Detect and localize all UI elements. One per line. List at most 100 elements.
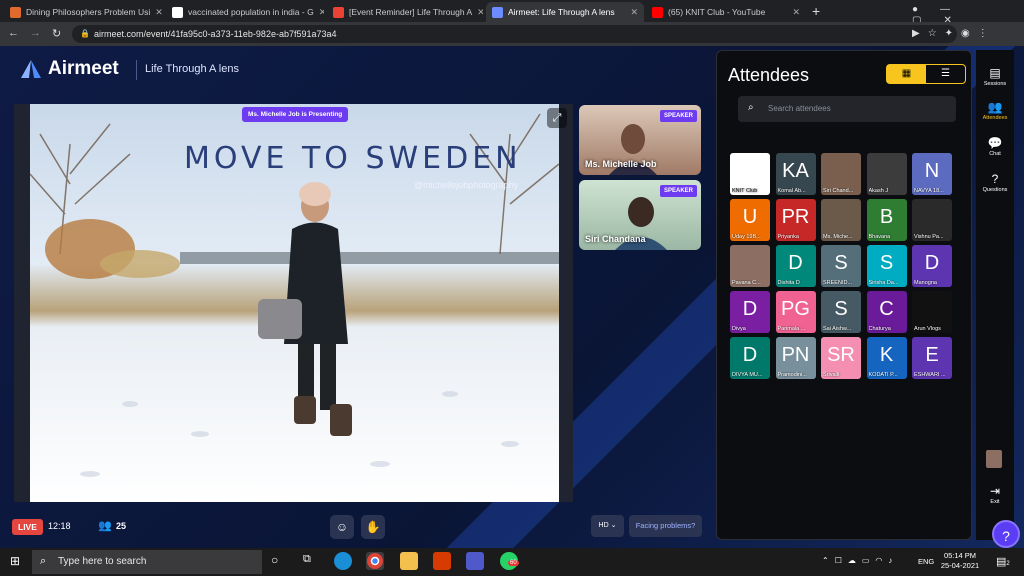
attendee-tile[interactable]: SR Srivalli: [821, 337, 861, 379]
tab-favicon-icon: [333, 6, 344, 18]
attendee-tile[interactable]: KA Komal Ab...: [775, 153, 816, 195]
language-indicator[interactable]: ENG: [918, 557, 934, 566]
grid-view-icon[interactable]: ▦: [887, 65, 926, 83]
attendee-tile[interactable]: D Divya: [730, 291, 770, 333]
attendee-tile[interactable]: Vishnu Pa...: [912, 199, 952, 241]
airmeet-logo-icon: [21, 60, 41, 78]
attendee-tile[interactable]: N NAVYA 18...: [912, 153, 952, 195]
reload-icon[interactable]: ↻: [52, 27, 61, 40]
attendee-tile[interactable]: Akash J: [866, 153, 907, 195]
notification-icon[interactable]: ▤2: [996, 555, 1010, 568]
attendee-tile[interactable]: Siri Chand...: [821, 153, 861, 195]
airmeet-logo[interactable]: Airmeet: [48, 58, 119, 80]
attendees-tab[interactable]: 👥 Attendees: [976, 100, 1014, 121]
list-view-icon[interactable]: ☰: [926, 65, 965, 83]
close-tab-icon[interactable]: ✕: [319, 7, 324, 18]
close-tab-icon[interactable]: ✕: [792, 7, 800, 18]
speaker-name: Siri Chandana: [585, 234, 646, 244]
attendee-tile[interactable]: Pavana C...: [730, 245, 770, 287]
attendee-name: Bhavana: [868, 234, 891, 240]
attendee-tile[interactable]: D DIVYA MU...: [730, 337, 770, 379]
attendee-tile[interactable]: C Chaturya: [866, 291, 907, 333]
attendee-tile[interactable]: Ms. Miche...: [821, 199, 861, 241]
attendee-tile[interactable]: K KODATI P...: [866, 337, 907, 379]
office-icon[interactable]: [433, 552, 451, 570]
attendee-name: Divya: [732, 326, 746, 332]
attendee-name: Arun Vlogs: [914, 326, 941, 332]
speaker-tile-2[interactable]: SPEAKER Siri Chandana: [579, 180, 701, 250]
attendee-initials: K: [879, 344, 894, 366]
tab-favicon-icon: [492, 6, 503, 18]
attendee-tile[interactable]: U Uday 19B...: [730, 199, 770, 241]
cortana-icon[interactable]: ○: [271, 553, 278, 567]
attendee-initials: PR: [781, 206, 810, 228]
back-icon[interactable]: ←: [8, 27, 19, 39]
chat-tab[interactable]: 💬 Chat: [976, 136, 1014, 157]
lock-icon: 🔒: [80, 29, 90, 38]
whatsapp-badge: 60: [508, 560, 519, 566]
attendee-name: Komal Ab...: [777, 188, 806, 194]
browser-tab[interactable]: Dining Philosophers Problem Usi ✕: [4, 2, 162, 22]
browser-tab[interactable]: (65) KNIT Club - YouTube ✕: [646, 2, 806, 22]
attendee-tile[interactable]: PG Parimala ...: [775, 291, 816, 333]
url-field[interactable]: airmeet.com/event/41fa95c0-a373-11eb-982…: [72, 25, 957, 43]
attendee-name: KNIT Club: [732, 188, 758, 194]
tab-title: vaccinated population in india - G: [188, 7, 314, 17]
raise-hand-button[interactable]: ✋: [361, 515, 385, 539]
taskbar-clock[interactable]: 05:14 PM 25-04-2021: [938, 551, 982, 571]
exit-icon: ⇥: [989, 484, 1001, 498]
emoji-reaction-button[interactable]: ☺: [330, 515, 354, 539]
sessions-tab[interactable]: ▤ Sessions: [976, 66, 1014, 87]
whatsapp-icon[interactable]: 60: [500, 552, 519, 570]
help-icon[interactable]: ?: [992, 520, 1020, 548]
user-avatar[interactable]: [986, 450, 1002, 468]
attendee-tile[interactable]: S Sirisha Da...: [866, 245, 907, 287]
taskbar-search[interactable]: Type here to search: [32, 550, 262, 574]
rail-label: Attendees: [982, 115, 1008, 121]
session-timer: 12:18: [48, 521, 71, 531]
attendee-tile[interactable]: D Dishita D: [775, 245, 816, 287]
browser-tab[interactable]: Airmeet: Life Through A lens ✕: [486, 2, 644, 22]
attendee-tile[interactable]: KNIT Club: [730, 153, 770, 195]
system-tray-icons[interactable]: ⌃☐☁▭◠♪: [822, 556, 898, 565]
edge-icon[interactable]: [334, 552, 352, 570]
attendee-tile[interactable]: S SREENID...: [821, 245, 861, 287]
close-tab-icon[interactable]: ✕: [155, 7, 162, 18]
chrome-icon[interactable]: [366, 552, 384, 570]
new-tab-button[interactable]: +: [812, 3, 820, 19]
attendee-initials: KA: [782, 160, 809, 182]
attendee-search-input[interactable]: Search attendees: [738, 96, 956, 122]
forward-icon[interactable]: →: [30, 27, 41, 39]
facing-problems-button[interactable]: Facing problems?: [629, 515, 702, 537]
extensions-icons[interactable]: ▶☆✦◉⋮: [912, 28, 996, 39]
attendee-tile[interactable]: Arun Vlogs: [912, 291, 952, 333]
attendee-tile[interactable]: E ESHWARI ...: [912, 337, 952, 379]
close-tab-icon[interactable]: ✕: [630, 7, 638, 18]
exit-button[interactable]: ⇥ Exit: [976, 484, 1014, 505]
teams-icon[interactable]: [466, 552, 484, 570]
speaker-name: Ms. Michelle Job: [585, 159, 657, 169]
browser-tab[interactable]: vaccinated population in india - G ✕: [166, 2, 324, 22]
tab-favicon-icon: [652, 6, 663, 18]
attendee-name: KODATI P...: [868, 372, 898, 378]
speaker-badge: SPEAKER: [659, 185, 697, 197]
fullscreen-icon[interactable]: ⤢: [547, 108, 567, 128]
view-toggle[interactable]: ▦ ☰: [886, 64, 966, 84]
rail-label: Chat: [989, 151, 1001, 157]
attendee-name: Sai Aishw...: [823, 326, 852, 332]
quality-select[interactable]: HD ⌄: [591, 515, 624, 537]
question-icon: ?: [991, 172, 999, 186]
speaker-tile-1[interactable]: SPEAKER Ms. Michelle Job: [579, 105, 701, 175]
attendee-tile[interactable]: D Manogna: [912, 245, 952, 287]
windows-start-icon[interactable]: ⊞: [10, 554, 20, 568]
attendee-tile[interactable]: S Sai Aishw...: [821, 291, 861, 333]
attendee-tile[interactable]: B Bhavana: [866, 199, 907, 241]
questions-tab[interactable]: ? Questions: [976, 172, 1014, 193]
close-tab-icon[interactable]: ✕: [477, 7, 483, 18]
attendee-tile[interactable]: PR Priyanka: [775, 199, 816, 241]
attendee-initials: D: [742, 344, 758, 366]
attendee-tile[interactable]: PN Pramodini...: [775, 337, 816, 379]
task-view-icon[interactable]: ⧉: [303, 553, 311, 566]
file-explorer-icon[interactable]: [400, 552, 418, 570]
browser-tab[interactable]: [Event Reminder] Life Through A ✕: [327, 2, 483, 22]
